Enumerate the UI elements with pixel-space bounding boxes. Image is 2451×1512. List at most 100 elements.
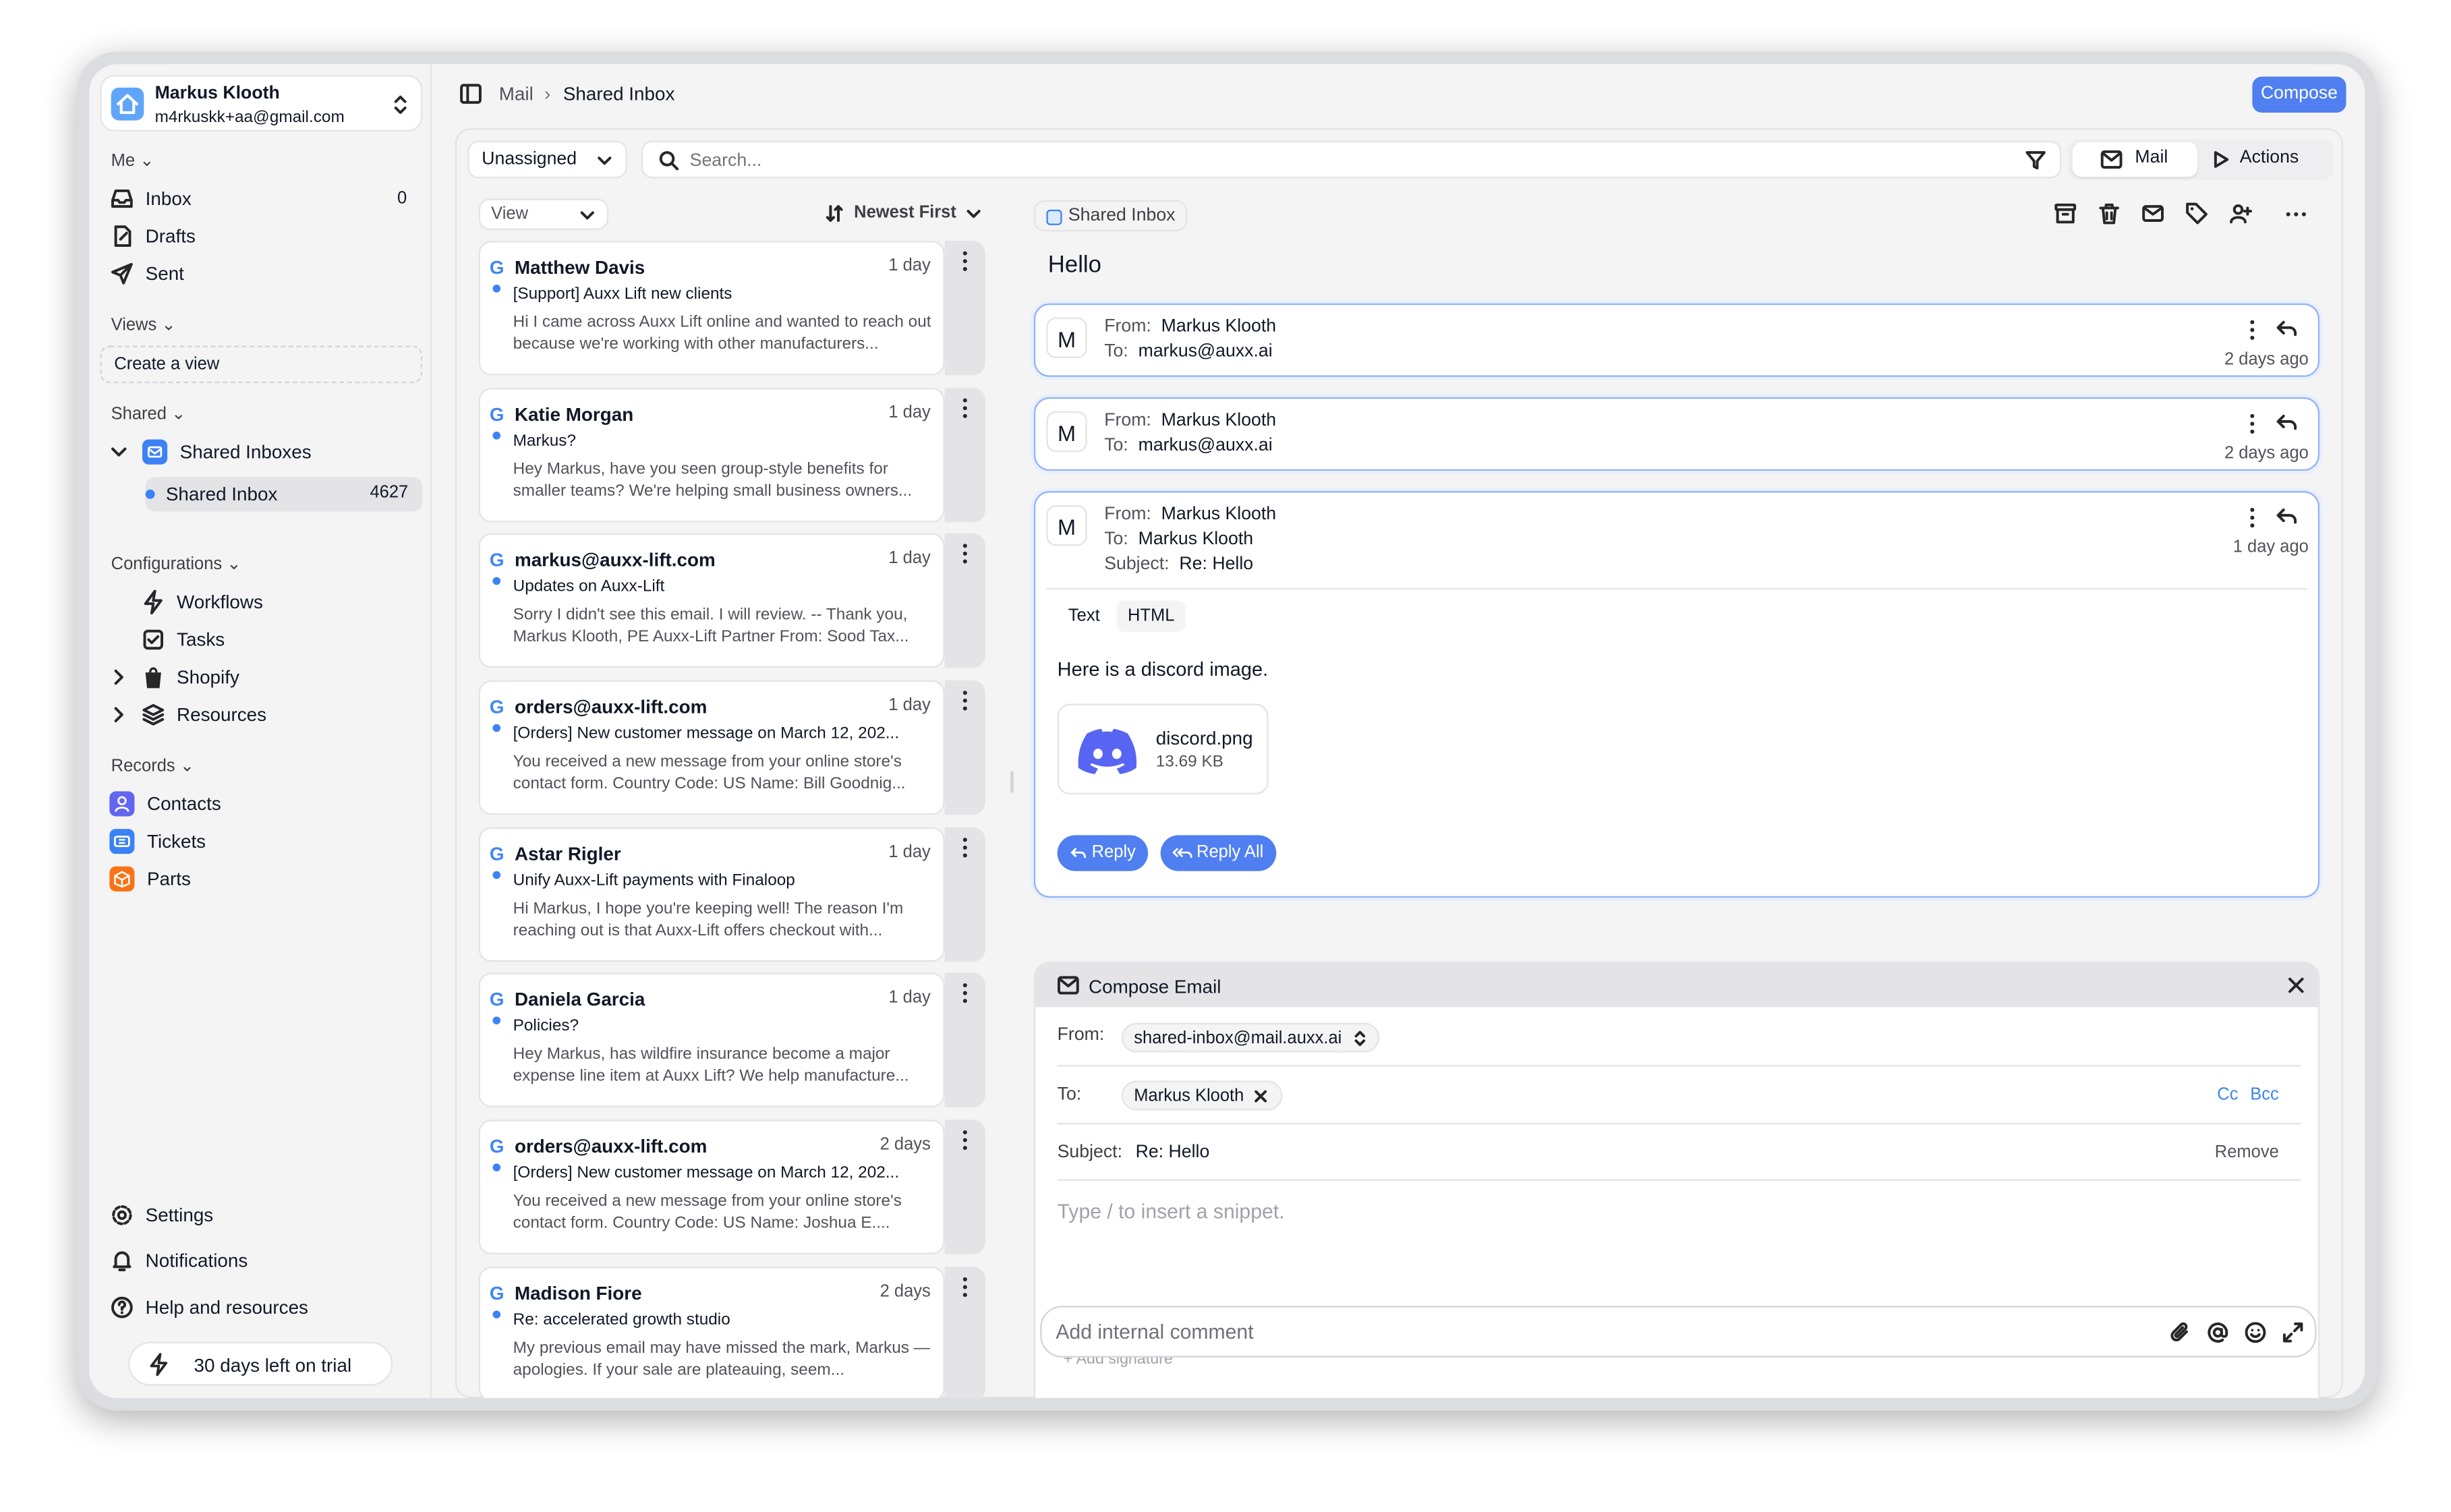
mention-icon[interactable] (2207, 1322, 2228, 1343)
message-collapsed[interactable]: M From: Markus Klooth To: markus@auxx.ai… (1033, 397, 2320, 471)
message-collapsed[interactable]: M From: Markus Klooth To: markus@auxx.ai… (1033, 303, 2320, 377)
more-horizontal-icon[interactable] (2279, 202, 2313, 225)
sidebar-item-shopify[interactable]: Shopify (109, 660, 239, 695)
email-list-item[interactable]: Gorders@auxx-lift.com 2 days [Orders] New … (478, 1120, 945, 1254)
from-label: From: (1057, 1026, 1105, 1045)
from-value: Markus Klooth (1161, 411, 1277, 430)
email-item-menu[interactable] (944, 388, 985, 523)
email-item-menu[interactable] (944, 827, 985, 962)
internal-comment-input[interactable]: Add internal comment (1056, 1320, 1253, 1343)
sidebar-item-notifications[interactable]: Notifications (109, 1244, 248, 1278)
trial-text: 30 days left on trial (194, 1354, 352, 1376)
sidebar-item-parts[interactable]: Parts (109, 862, 191, 896)
section-records[interactable]: Records ⌄ (111, 755, 194, 776)
assignment-filter[interactable]: Unassigned (467, 140, 627, 179)
paperclip-icon[interactable] (2169, 1322, 2191, 1343)
tab-mail[interactable]: Mail (2072, 142, 2198, 177)
resize-handle[interactable] (1010, 771, 1014, 793)
cc-button[interactable]: Cc (2217, 1085, 2238, 1104)
email-list-item[interactable]: Gorders@auxx-lift.com 1 day [Orders] New c… (478, 680, 945, 815)
emoji-icon[interactable] (2245, 1322, 2266, 1343)
attachment-name: discord.png (1155, 727, 1253, 749)
tag-icon[interactable] (2185, 202, 2209, 225)
subject-input[interactable]: Re: Hello (1136, 1143, 1210, 1162)
email-list-item[interactable]: G Daniela Garcia 1 day Policies? Hey Markus,… (478, 972, 945, 1107)
tab-html[interactable]: HTML (1116, 600, 1186, 632)
sidebar-item-sent[interactable]: Sent (109, 256, 184, 291)
email-list-item[interactable]: Gmarkus@auxx-lift.com 1 day Updates on Aux… (478, 533, 945, 668)
message-time: 1 day ago (2232, 537, 2309, 557)
account-switcher[interactable]: Markus Klooth m4rkuskk+aa@gmail.com (100, 75, 423, 132)
section-records-label: Records (111, 757, 175, 776)
reply-icon[interactable] (2276, 506, 2297, 525)
trial-banner[interactable]: 30 days left on trial (128, 1341, 393, 1386)
to-label: To: (1104, 342, 1128, 361)
email-list-item[interactable]: G Madison Fiore 2 days Re: accelerated grow… (478, 1267, 945, 1399)
mail-icon[interactable] (2141, 202, 2165, 225)
reply-button[interactable]: Reply (1057, 835, 1149, 871)
email-list-item[interactable]: G Katie Morgan 1 day Markus? Hey Markus, hav… (478, 388, 945, 523)
sort-dropdown[interactable]: Newest First (826, 203, 982, 228)
from-value: Markus Klooth (1161, 505, 1277, 524)
from-select[interactable]: shared-inbox@mail.auxx.ai (1121, 1022, 1380, 1053)
expand-icon[interactable] (2282, 1322, 2303, 1343)
archive-icon[interactable] (2054, 202, 2077, 225)
remove-recipient-icon[interactable] (1255, 1090, 1267, 1103)
sidebar-item-tasks[interactable]: Tasks (141, 622, 225, 657)
email-item-menu[interactable] (944, 241, 985, 376)
attachment[interactable]: discord.png 13.69 KB (1057, 703, 1269, 795)
reply-all-button[interactable]: Reply All (1160, 835, 1277, 871)
sidebar-item-help[interactable]: Help and resources (109, 1290, 308, 1325)
reply-icon[interactable] (2276, 319, 2297, 338)
close-icon[interactable] (2288, 977, 2304, 993)
section-views[interactable]: Views ⌄ (111, 314, 176, 335)
compose-button[interactable]: Compose (2252, 76, 2346, 113)
recipient-chip[interactable]: Markus Klooth (1121, 1080, 1283, 1111)
compose-body[interactable]: Type / to insert a snippet. (1058, 1200, 1285, 1223)
sidebar-item-resources[interactable]: Resources (109, 697, 266, 732)
sidebar-item-contacts[interactable]: Contacts (109, 786, 221, 821)
more-vertical-icon[interactable] (2249, 506, 2255, 528)
app-window: Markus Klooth m4rkuskk+aa@gmail.com Me ⌄… (89, 64, 2365, 1399)
thread-inbox-tag[interactable]: Shared Inbox (1033, 200, 1188, 232)
view-dropdown[interactable]: View (478, 198, 609, 230)
section-configurations[interactable]: Configurations ⌄ (111, 554, 241, 574)
sidebar-toggle-icon[interactable] (460, 83, 482, 105)
google-icon: G (489, 842, 504, 865)
account-name: Markus Klooth (154, 84, 280, 104)
sidebar-item-workflows[interactable]: Workflows (141, 585, 263, 619)
sidebar-item-tickets[interactable]: Tickets (109, 824, 206, 859)
sidebar-item-shared-inbox[interactable]: Shared Inbox 4627 (145, 477, 423, 512)
section-me[interactable]: Me ⌄ (111, 150, 154, 171)
reply-icon[interactable] (2276, 413, 2297, 432)
breadcrumb-mail[interactable]: Mail (499, 83, 534, 105)
sidebar-item-label: Inbox (145, 187, 192, 210)
email-item-menu[interactable] (944, 1120, 985, 1254)
sidebar-item-inbox[interactable]: Inbox 0 (109, 181, 422, 216)
filter-icon[interactable] (2025, 150, 2046, 171)
tab-actions[interactable]: Actions (2202, 142, 2330, 177)
sidebar-item-shared-inboxes[interactable]: Shared Inboxes (109, 435, 312, 469)
more-vertical-icon[interactable] (2249, 413, 2255, 434)
search-bar[interactable] (641, 140, 2062, 179)
assign-user-icon[interactable] (2229, 202, 2253, 225)
create-view-button[interactable]: Create a view (100, 345, 423, 384)
section-shared[interactable]: Shared ⌄ (111, 403, 186, 424)
sidebar-item-settings[interactable]: Settings (109, 1198, 213, 1232)
sidebar-item-drafts[interactable]: Drafts (109, 219, 196, 254)
email-item-menu[interactable] (944, 680, 985, 815)
more-vertical-icon[interactable] (2249, 319, 2255, 341)
tab-text[interactable]: Text (1058, 600, 1111, 631)
email-item-menu[interactable] (944, 1267, 985, 1399)
email-list-item[interactable]: G Matthew Davis 1 day [Support] Auxx Lift n… (478, 241, 945, 376)
email-list-item[interactable]: G Astar Rigler 1 day Unify Auxx-Lift paymen… (478, 827, 945, 962)
internal-comment-box[interactable]: Add internal comment (1040, 1306, 2317, 1358)
email-item-menu[interactable] (944, 533, 985, 668)
trash-icon[interactable] (2098, 202, 2121, 225)
email-item-menu[interactable] (944, 972, 985, 1107)
remove-subject-button[interactable]: Remove (2215, 1143, 2279, 1162)
to-label: To: (1104, 530, 1128, 549)
search-input[interactable] (689, 146, 1973, 174)
google-icon: G (489, 1282, 504, 1305)
bcc-button[interactable]: Bcc (2250, 1085, 2279, 1104)
